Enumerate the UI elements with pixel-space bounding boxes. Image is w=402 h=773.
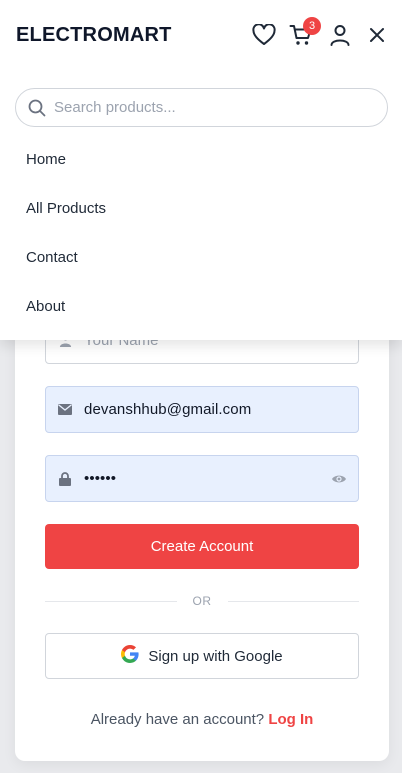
google-signup-label: Sign up with Google — [148, 647, 283, 665]
search-bar[interactable] — [15, 88, 388, 127]
divider-line-left — [45, 600, 177, 602]
login-prompt: Already have an account? Log In — [15, 711, 389, 728]
menu-item-all-products[interactable]: All Products — [26, 200, 106, 217]
cart-count-badge: 3 — [303, 17, 321, 35]
google-signup-button[interactable]: Sign up with Google — [45, 633, 359, 679]
menu-item-home[interactable]: Home — [26, 151, 66, 168]
or-divider: OR — [45, 592, 359, 610]
email-field[interactable]: devanshhub@gmail.com — [45, 386, 359, 433]
heart-icon[interactable] — [251, 22, 277, 48]
user-account-icon[interactable] — [327, 22, 353, 48]
login-link[interactable]: Log In — [268, 711, 313, 728]
brand-logo[interactable]: ELECTROMART — [16, 24, 172, 47]
google-icon — [121, 645, 139, 667]
menu-item-contact[interactable]: Contact — [26, 249, 78, 266]
search-input[interactable] — [54, 99, 354, 116]
envelope-icon — [58, 403, 72, 417]
login-prompt-text: Already have an account? — [90, 711, 265, 728]
close-icon[interactable] — [364, 22, 390, 48]
email-value: devanshhub@gmail.com — [84, 401, 252, 418]
lock-icon — [58, 471, 72, 486]
search-icon — [28, 99, 46, 117]
or-label: OR — [192, 594, 212, 608]
mobile-menu-panel: ELECTROMART 3 Home All Products Contact … — [0, 0, 402, 340]
menu-item-about[interactable]: About — [26, 298, 65, 315]
password-field[interactable]: •••••• — [45, 455, 359, 502]
divider-line-right — [227, 600, 359, 602]
create-account-button[interactable]: Create Account — [45, 524, 359, 569]
eye-icon[interactable] — [331, 471, 347, 487]
password-value: •••••• — [84, 470, 117, 487]
